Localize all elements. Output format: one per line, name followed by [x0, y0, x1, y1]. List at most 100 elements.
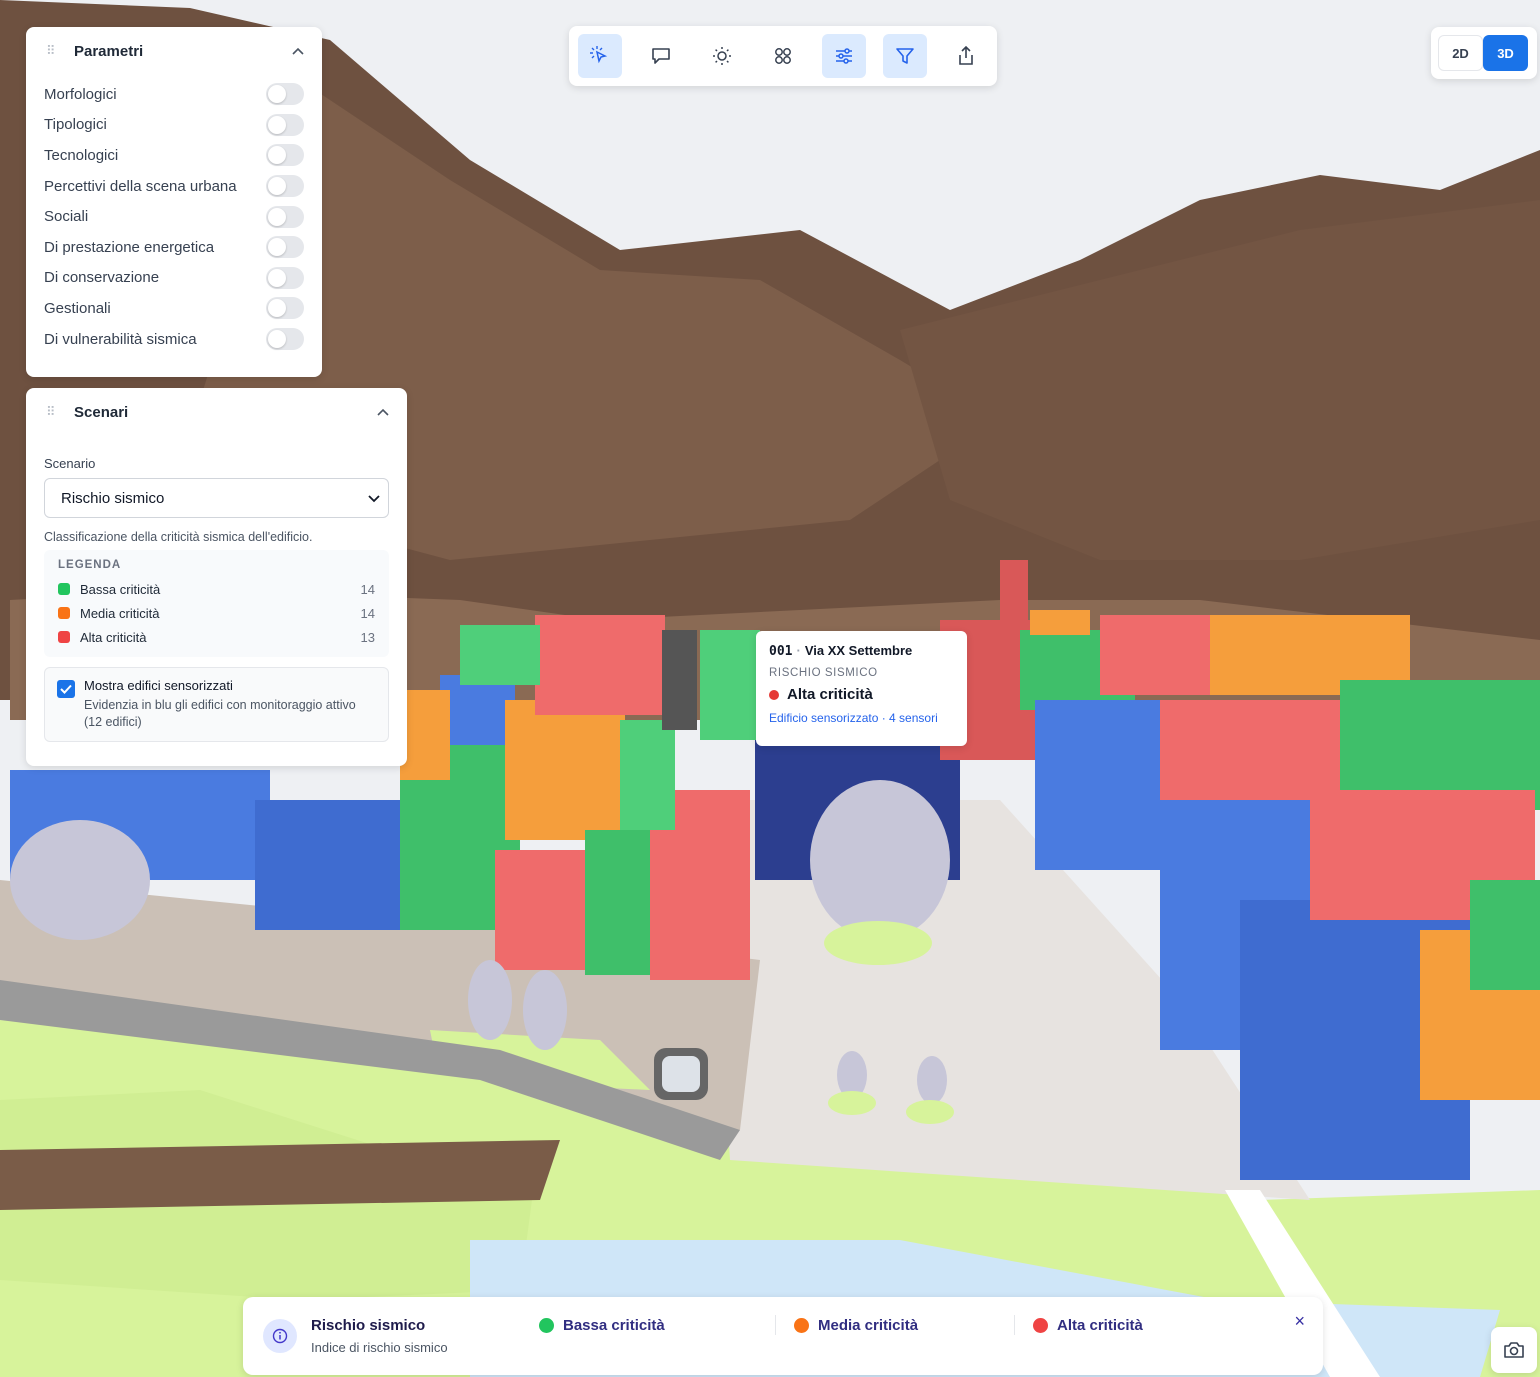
sliders-icon	[836, 48, 852, 64]
toggle-switch[interactable]	[266, 205, 304, 228]
chevron-up-icon[interactable]	[375, 404, 391, 420]
legend-swatch	[58, 631, 70, 643]
comment-tool-button[interactable]	[639, 34, 683, 78]
legend-bar-subtitle: Indice di rischio sismico	[311, 1340, 448, 1355]
view-2d-button[interactable]: 2D	[1438, 35, 1483, 71]
legend-item: Bassa criticità 14	[58, 577, 375, 601]
parametri-panel: ⠿ Parametri Morfologici Tipologici Tecno…	[26, 27, 322, 377]
camera-icon	[1504, 1342, 1524, 1358]
sun-icon	[713, 47, 731, 65]
param-label: Tecnologici	[44, 146, 119, 164]
legend-dot	[1033, 1317, 1048, 1333]
legend-bar-item: Media criticità	[776, 1310, 1014, 1340]
param-label: Gestionali	[44, 299, 111, 317]
scenario-selected-value: Rischio sismico	[61, 489, 165, 507]
param-label: Di conservazione	[44, 269, 160, 287]
chevron-up-icon[interactable]	[290, 43, 306, 59]
view-3d-button[interactable]: 3D	[1483, 35, 1528, 71]
param-row-energetica: Di prestazione energetica	[44, 232, 304, 263]
param-row-tipologici: Tipologici	[44, 110, 304, 141]
toggle-switch[interactable]	[266, 236, 304, 259]
grid-icon	[775, 48, 791, 64]
select-pointer-icon	[590, 46, 608, 64]
param-row-vulnerabilita: Di vulnerabilità sismica	[44, 324, 304, 355]
share-tool-button[interactable]	[944, 34, 988, 78]
legend-label: Media criticità	[80, 605, 160, 621]
param-label: Percettivi della scena urbana	[44, 177, 237, 195]
legend-dot	[539, 1317, 554, 1333]
toggle-switch[interactable]	[266, 175, 304, 198]
toggle-switch[interactable]	[266, 113, 304, 136]
legend-bar-label: Bassa criticità	[563, 1316, 665, 1334]
popup-header: 001 · Via XX Settembre	[769, 643, 913, 659]
param-label: Di prestazione energetica	[44, 238, 215, 256]
filter-icon	[896, 48, 914, 64]
param-row-tecnologici: Tecnologici	[44, 140, 304, 171]
legend-count: 14	[360, 581, 375, 597]
param-label: Tipologici	[44, 116, 107, 134]
settings-tool-button[interactable]	[822, 34, 866, 78]
legend-bar-item: Alta criticità	[1015, 1310, 1143, 1340]
legend-dot	[794, 1317, 809, 1333]
close-icon[interactable]: ×	[1294, 1311, 1305, 1332]
scenari-title: Scenari	[74, 403, 129, 421]
legend-bar-label: Alta criticità	[1057, 1316, 1143, 1334]
building-code: 001	[769, 644, 793, 659]
sensor-title: Mostra edifici sensorizzati	[84, 678, 233, 693]
lighting-tool-button[interactable]	[700, 34, 744, 78]
scenario-legend-bar: Rischio sismico Indice di rischio sismic…	[243, 1297, 1323, 1375]
popup-level: Alta criticità	[769, 686, 954, 703]
toggle-switch[interactable]	[266, 328, 304, 351]
param-row-conservazione: Di conservazione	[44, 263, 304, 294]
legend-bar-label: Media criticità	[818, 1316, 919, 1334]
param-row-morfologici: Morfologici	[44, 79, 304, 110]
legend-bar-item: Bassa criticità	[539, 1310, 775, 1340]
map-toolbar	[569, 26, 997, 86]
legend-title: LEGENDA	[58, 559, 122, 571]
legend-item: Alta criticità 13	[58, 625, 375, 649]
filter-tool-button[interactable]	[883, 34, 927, 78]
legend-bar-title: Rischio sismico	[311, 1317, 426, 1334]
param-row-sociali: Sociali	[44, 201, 304, 232]
comment-icon	[652, 48, 670, 64]
param-label: Morfologici	[44, 85, 117, 103]
scenari-header[interactable]: ⠿ Scenari	[26, 388, 407, 436]
drag-handle-icon[interactable]: ⠿	[46, 43, 60, 59]
param-label: Sociali	[44, 208, 89, 226]
legend-swatch	[58, 583, 70, 595]
param-list: Morfologici Tipologici Tecnologici Perce…	[26, 75, 322, 354]
legend-item: Media criticità 14	[58, 601, 375, 625]
legend-box: LEGENDA Bassa criticità 14 Media critici…	[44, 550, 389, 657]
check-icon	[60, 684, 72, 694]
scenario-label: Scenario	[44, 456, 96, 471]
select-tool-button[interactable]	[578, 34, 622, 78]
popup-sensor-link[interactable]: Edificio sensorizzato · 4 sensori	[769, 711, 954, 725]
info-icon	[263, 1319, 297, 1353]
chevron-down-icon	[368, 490, 380, 507]
scenari-panel: ⠿ Scenari Scenario Rischio sismico Class…	[26, 388, 407, 766]
sensor-option[interactable]: Mostra edifici sensorizzati Evidenzia in…	[44, 667, 389, 742]
scenario-select[interactable]: Rischio sismico	[44, 478, 389, 518]
param-row-gestionali: Gestionali	[44, 293, 304, 324]
share-icon	[959, 45, 973, 65]
legend-swatch	[58, 607, 70, 619]
toggle-switch[interactable]	[266, 266, 304, 289]
toggle-switch[interactable]	[266, 144, 304, 167]
toggle-switch[interactable]	[266, 83, 304, 106]
sensor-checkbox[interactable]	[57, 680, 75, 698]
param-row-percettivi: Percettivi della scena urbana	[44, 171, 304, 202]
parametri-header[interactable]: ⠿ Parametri	[26, 27, 322, 75]
view-mode-switch: 2D 3D	[1431, 27, 1537, 79]
legend-label: Bassa criticità	[80, 581, 161, 597]
grid-tool-button[interactable]	[761, 34, 805, 78]
screenshot-button[interactable]	[1491, 1327, 1537, 1373]
param-label: Di vulnerabilità sismica	[44, 330, 197, 348]
building-popup: 001 · Via XX Settembre RISCHIO SISMICO Alt…	[756, 631, 967, 746]
toggle-switch[interactable]	[266, 297, 304, 320]
building-address: Via XX Settembre	[804, 643, 913, 658]
drag-handle-icon[interactable]: ⠿	[46, 404, 60, 420]
legend-label: Alta criticità	[80, 629, 147, 645]
scenario-description: Classificazione della criticità sismica …	[44, 530, 313, 544]
popup-level-label: Alta criticità	[787, 686, 873, 703]
popup-category: RISCHIO SISMICO	[769, 667, 878, 679]
